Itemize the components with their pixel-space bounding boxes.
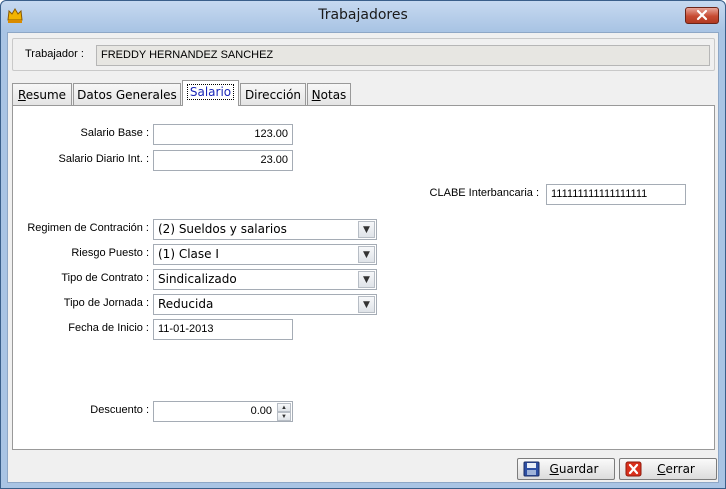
descuento-spinner[interactable]: 0.00 ▲ ▼ (153, 401, 293, 422)
cerrar-button[interactable]: Cerrar (619, 458, 717, 480)
floppy-disk-icon (523, 461, 540, 477)
chevron-down-icon[interactable]: ▼ (358, 221, 375, 238)
chevron-down-icon[interactable]: ▼ (358, 246, 375, 263)
clabe-input[interactable]: 111111111111111111 (546, 184, 686, 205)
spin-down-icon[interactable]: ▼ (277, 412, 291, 421)
salario-diario-input[interactable]: 23.00 (153, 150, 293, 171)
tab-strip: Resume Datos Generales Salario Dirección… (12, 80, 722, 106)
fecha-inicio-input[interactable]: 11-01-2013 (153, 319, 293, 340)
window: Trabajadores Trabajador : FREDDY HERNAND… (0, 0, 726, 489)
worker-groupbox: Trabajador : FREDDY HERNANDEZ SANCHEZ (12, 38, 715, 71)
close-icon (696, 9, 708, 21)
clabe-label: CLABE Interbancaria : (429, 187, 539, 199)
regimen-value: (2) Sueldos y salarios (158, 222, 287, 236)
close-window-button[interactable] (685, 7, 719, 24)
tab-direccion[interactable]: Dirección (240, 83, 306, 106)
riesgo-value: (1) Clase I (158, 247, 219, 261)
contrato-value: Sindicalizado (158, 272, 237, 286)
red-x-icon (625, 461, 642, 477)
tab-salario-label: Salario (186, 84, 235, 100)
contrato-select[interactable]: Sindicalizado ▼ (153, 269, 377, 290)
fecha-inicio-label: Fecha de Inicio : (68, 322, 149, 334)
descuento-label: Descuento : (90, 404, 149, 416)
guardar-label: uardar (558, 462, 599, 476)
regimen-label: Regimen de Contración : (27, 222, 149, 234)
salario-diario-label: Salario Diario Int. : (58, 153, 149, 165)
tab-datos-generales-label: Datos Generales (77, 88, 177, 102)
tab-notas-label: otas (320, 88, 347, 102)
riesgo-label: Riesgo Puesto : (71, 247, 149, 259)
jornada-select[interactable]: Reducida ▼ (153, 294, 377, 315)
guardar-button[interactable]: Guardar (517, 458, 615, 480)
tab-datos-generales[interactable]: Datos Generales (73, 83, 181, 106)
title-bar[interactable]: Trabajadores (1, 1, 725, 31)
cerrar-label: errar (665, 462, 695, 476)
jornada-label: Tipo de Jornada : (63, 297, 149, 309)
descuento-value: 0.00 (250, 405, 272, 417)
cerrar-label-wrap: Cerrar (650, 462, 716, 476)
chevron-down-icon[interactable]: ▼ (358, 296, 375, 313)
worker-label: Trabajador : (25, 48, 84, 60)
tab-resume-key: R (17, 88, 26, 102)
guardar-label-wrap: Guardar (548, 462, 614, 476)
tab-notas[interactable]: Notas (307, 83, 351, 106)
form-body: Trabajador : FREDDY HERNANDEZ SANCHEZ Re… (7, 32, 719, 483)
chevron-down-icon[interactable]: ▼ (358, 271, 375, 288)
tab-direccion-label: Dirección (244, 88, 302, 102)
guardar-key: G (549, 462, 559, 476)
salario-base-label: Salario Base : (80, 127, 149, 139)
spin-up-icon[interactable]: ▲ (277, 403, 291, 412)
riesgo-select[interactable]: (1) Clase I ▼ (153, 244, 377, 265)
tab-salario[interactable]: Salario (182, 80, 239, 106)
window-title: Trabajadores (318, 7, 408, 23)
salario-base-input[interactable]: 123.00 (153, 124, 293, 145)
salario-panel: Salario Base : 123.00 Salario Diario Int… (12, 105, 715, 450)
contrato-label: Tipo de Contrato : (61, 272, 149, 284)
jornada-value: Reducida (158, 297, 214, 311)
worker-name-field: FREDDY HERNANDEZ SANCHEZ (96, 45, 710, 66)
tab-resume-label: esume (25, 88, 67, 102)
regimen-select[interactable]: (2) Sueldos y salarios ▼ (153, 219, 377, 240)
cerrar-key: C (657, 462, 666, 476)
tab-notas-key: N (311, 88, 321, 102)
tab-resume[interactable]: Resume (12, 83, 72, 106)
